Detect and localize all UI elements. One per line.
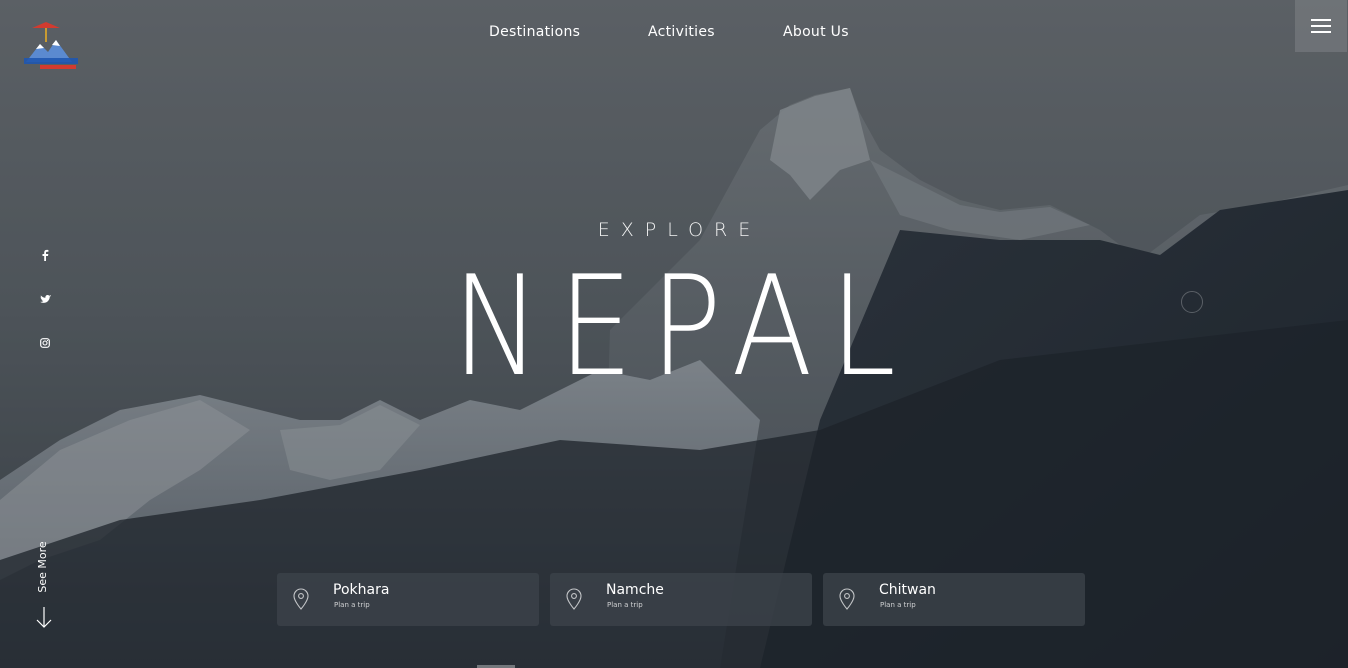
nav-item-activities[interactable]: Activities	[648, 24, 715, 40]
destination-subtitle: Plan a trip	[880, 601, 916, 609]
hero-section: Destinations Activities About Us EXPLORE…	[0, 0, 1348, 668]
instagram-icon[interactable]	[34, 334, 56, 352]
hero-title: NEPAL	[452, 246, 914, 407]
see-more-label: See More	[36, 541, 49, 593]
twitter-icon[interactable]	[34, 290, 56, 308]
cursor-ring-icon	[1181, 291, 1203, 313]
see-more-link[interactable]: See More	[30, 540, 58, 640]
main-navigation: Destinations Activities About Us	[0, 24, 1348, 44]
destination-card-namche[interactable]: Namche Plan a trip	[550, 573, 812, 626]
arrow-down-icon	[36, 607, 52, 628]
hero-eyebrow: EXPLORE	[597, 219, 762, 241]
location-pin-icon	[293, 588, 309, 610]
nav-item-about-us[interactable]: About Us	[783, 24, 849, 40]
hamburger-icon	[1311, 19, 1331, 33]
destination-name: Pokhara	[333, 582, 390, 598]
destination-card-chitwan[interactable]: Chitwan Plan a trip	[823, 573, 1085, 626]
destination-subtitle: Plan a trip	[334, 601, 370, 609]
menu-button[interactable]	[1295, 0, 1347, 52]
destination-name: Chitwan	[879, 582, 936, 598]
destination-name: Namche	[606, 582, 664, 598]
destination-subtitle: Plan a trip	[607, 601, 643, 609]
location-pin-icon	[839, 588, 855, 610]
nav-item-destinations[interactable]: Destinations	[489, 24, 580, 40]
facebook-icon[interactable]	[34, 246, 56, 264]
destination-card-pokhara[interactable]: Pokhara Plan a trip	[277, 573, 539, 626]
location-pin-icon	[566, 588, 582, 610]
